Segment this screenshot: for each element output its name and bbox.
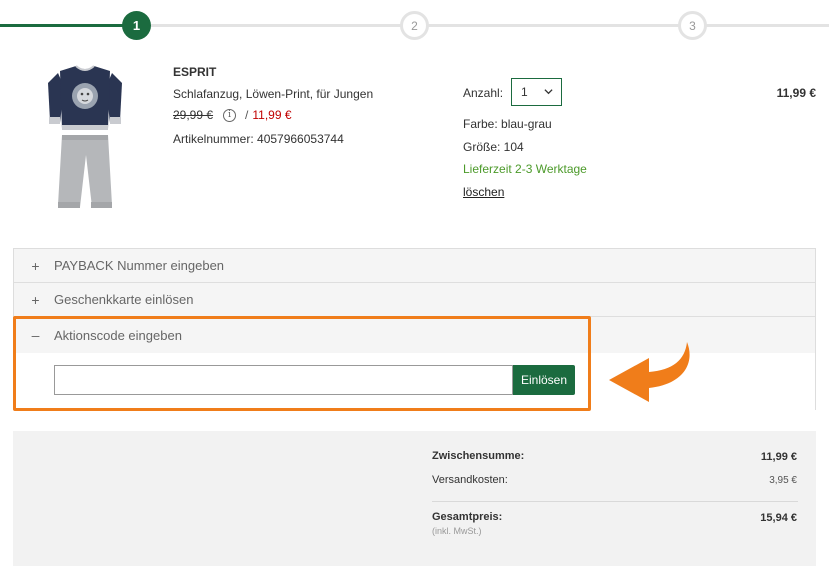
summary-divider — [432, 501, 798, 502]
subtotal-value: 11,99 € — [760, 451, 797, 463]
step-3-indicator: 3 — [678, 11, 707, 40]
old-price: 29,99 € — [173, 108, 214, 122]
giftcard-toggle[interactable]: + Geschenkkarte einlösen — [14, 283, 815, 317]
product-size: Größe: 104 — [463, 140, 524, 154]
product-color: Farbe: blau-grau — [463, 117, 552, 131]
price-separator: / — [245, 108, 249, 122]
progress-bar-completed — [0, 24, 125, 27]
payback-label: PAYBACK Nummer eingeben — [54, 258, 225, 273]
product-name[interactable]: Schlafanzug, Löwen-Print, für Jungen — [173, 87, 373, 101]
quantity-label: Anzahl: — [463, 86, 504, 100]
progress-bar-remaining — [151, 24, 829, 27]
step-1-indicator: 1 — [122, 11, 151, 40]
redeem-button[interactable]: Einlösen — [513, 365, 575, 395]
promo-code-toggle[interactable]: – Aktionscode eingeben — [14, 318, 815, 352]
product-prices: 29,99 € i / 11,99 € — [173, 108, 292, 122]
shipping-label: Versandkosten: — [432, 474, 508, 486]
sale-price: 11,99 € — [252, 108, 292, 122]
shipping-value: 3,95 € — [769, 475, 797, 486]
total-value: 15,94 € — [760, 512, 797, 524]
line-total-price: 11,99 € — [776, 86, 816, 100]
payback-toggle[interactable]: + PAYBACK Nummer eingeben — [14, 249, 815, 283]
order-summary: Zwischensumme: 11,99 € Versandkosten: 3,… — [13, 431, 816, 566]
minus-icon: – — [31, 327, 40, 343]
info-icon[interactable]: i — [223, 108, 237, 122]
vat-note: (inkl. MwSt.) — [432, 526, 482, 536]
promo-code-label: Aktionscode eingeben — [54, 327, 182, 343]
step-2-indicator: 2 — [400, 11, 429, 40]
total-label: Gesamtpreis: — [432, 511, 503, 523]
arrow-pointer-icon — [609, 342, 690, 402]
promo-code-panel: Einlösen — [14, 353, 815, 410]
quantity-value: 1 — [521, 85, 528, 99]
chevron-down-icon — [544, 89, 553, 95]
plus-icon: + — [31, 291, 40, 308]
promo-code-input[interactable] — [54, 365, 513, 395]
delete-link[interactable]: löschen — [463, 185, 504, 199]
delivery-time: Lieferzeit 2-3 Werktage — [463, 162, 587, 176]
product-brand: ESPRIT — [173, 65, 217, 79]
giftcard-label: Geschenkkarte einlösen — [54, 292, 194, 307]
quantity-select[interactable]: 1 — [511, 78, 562, 106]
article-number: Artikelnummer: 4057966053744 — [173, 132, 344, 146]
product-image[interactable] — [46, 63, 124, 213]
subtotal-label: Zwischensumme: — [432, 450, 525, 462]
plus-icon: + — [31, 257, 40, 274]
voucher-accordion: + PAYBACK Nummer eingeben + Geschenkkart… — [13, 248, 816, 410]
